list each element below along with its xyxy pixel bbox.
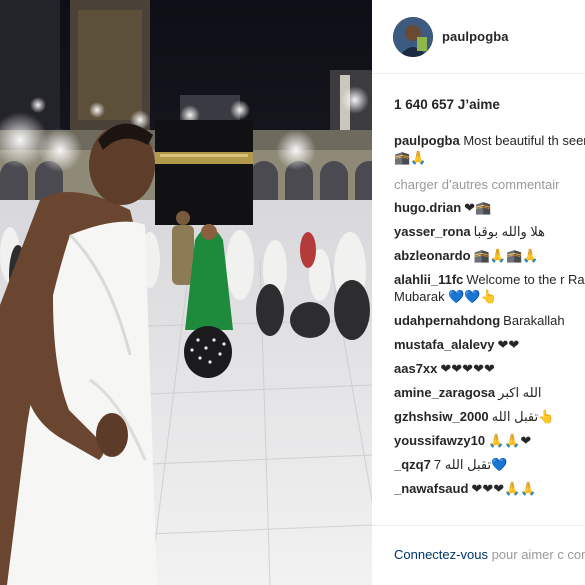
comment-username-link[interactable]: udahpernahdong: [394, 313, 500, 328]
comment-item: yasser_rona هلا والله بوقبا: [394, 223, 585, 240]
post-footer: Connectez-vous pour aimer c commenter.: [372, 525, 585, 585]
comment-item: amine_zaragosa الله اكبر: [394, 384, 585, 401]
comment-username-link[interactable]: gzhshsiw_2000: [394, 409, 489, 424]
comment-username-link[interactable]: abzleonardo: [394, 248, 471, 263]
comment-text: تقبل الله👆: [491, 409, 555, 424]
comment-text: ❤🕋: [464, 200, 492, 215]
post-username-link[interactable]: paulpogba: [442, 29, 509, 44]
comment-text: ❤❤: [497, 337, 520, 352]
avatar-image: [393, 17, 433, 57]
comment-item: mustafa_alalevy ❤❤: [394, 336, 585, 353]
comment-item: _qzq7 تقبل الله 7💙: [394, 456, 585, 473]
post-header: paulpogba: [372, 0, 585, 74]
comment-text: 🙏🙏❤: [488, 433, 532, 448]
caption-username-link[interactable]: paulpogba: [394, 133, 460, 148]
comment-text: ❤❤❤🙏🙏: [471, 481, 537, 496]
comment-item: aas7xx ❤❤❤❤❤: [394, 360, 585, 377]
login-prompt-text: pour aimer c commenter.: [491, 547, 585, 562]
comment-item: alahlii_11fcWelcome to the r Ramadan Mub…: [394, 271, 585, 305]
comment-username-link[interactable]: mustafa_alalevy: [394, 337, 494, 352]
comment-username-link[interactable]: aas7xx: [394, 361, 437, 376]
load-more-comments-link[interactable]: charger d’autres commentair: [394, 177, 585, 192]
comment-item: gzhshsiw_2000 تقبل الله👆: [394, 408, 585, 425]
login-prompt: Connectez-vous pour aimer c commenter.: [394, 545, 585, 564]
comment-item: abzleonardo 🕋🙏🕋🙏: [394, 247, 585, 264]
avatar[interactable]: [393, 17, 433, 57]
comment-item: _nawafsaud ❤❤❤🙏🙏: [394, 480, 585, 497]
comment-username-link[interactable]: yasser_rona: [394, 224, 471, 239]
comment-username-link[interactable]: amine_zaragosa: [394, 385, 495, 400]
comment-text: ❤❤❤❤❤: [440, 361, 495, 376]
comment-username-link[interactable]: hugo.drian: [394, 200, 461, 215]
comment-text: تقبل الله 7💙: [433, 457, 508, 472]
comment-username-link[interactable]: alahlii_11fc: [394, 272, 463, 287]
comment-text: Barakallah: [503, 313, 565, 328]
comment-text: هلا والله بوقبا: [473, 224, 546, 239]
comment-item: udahpernahdong Barakallah: [394, 312, 585, 329]
comment-item: hugo.drian ❤🕋: [394, 199, 585, 216]
comment-text: الله اكبر: [498, 385, 542, 400]
mecca-photo-illustration: [0, 0, 372, 585]
post-photo[interactable]: [0, 0, 372, 585]
comment-item: youssifawzy10 🙏🙏❤: [394, 432, 585, 449]
comment-username-link[interactable]: youssifawzy10: [394, 433, 485, 448]
post-sidebar: paulpogba 1 640 657 J’aime paulpogba Mos…: [372, 0, 585, 585]
comment-text: 🕋🙏🕋🙏: [473, 248, 539, 263]
comment-username-link[interactable]: _nawafsaud: [394, 481, 468, 496]
comments-list[interactable]: paulpogba Most beautiful th seen in my l…: [394, 132, 585, 524]
login-link[interactable]: Connectez-vous: [394, 547, 488, 562]
post-caption: paulpogba Most beautiful th seen in my l…: [394, 132, 585, 166]
comment-username-link[interactable]: _qzq7: [394, 457, 431, 472]
likes-count[interactable]: 1 640 657 J’aime: [394, 97, 500, 112]
